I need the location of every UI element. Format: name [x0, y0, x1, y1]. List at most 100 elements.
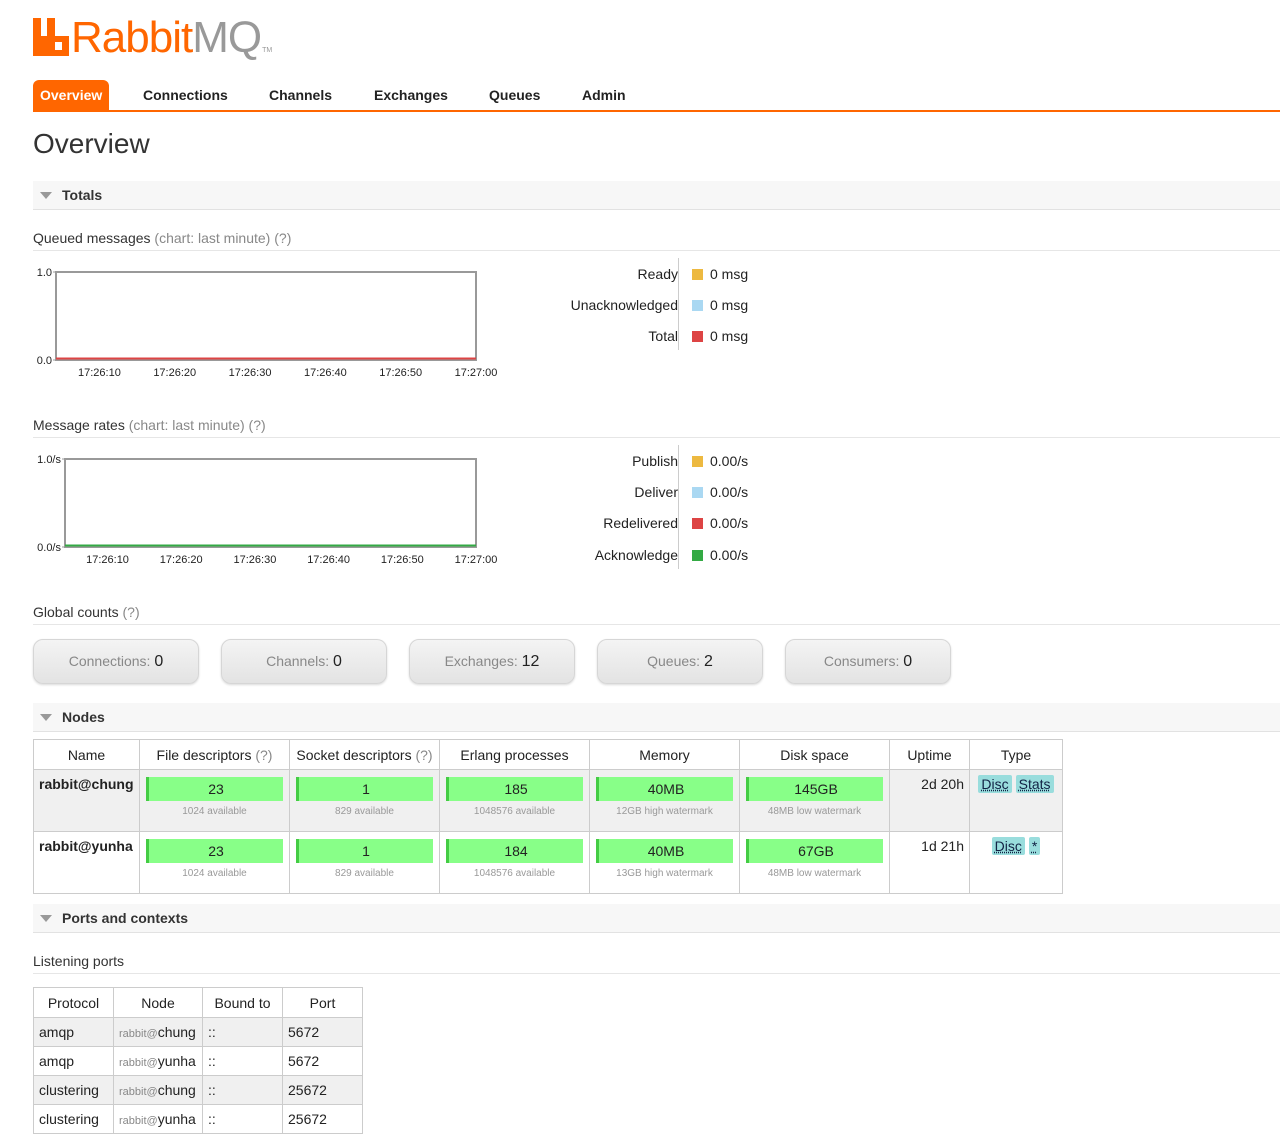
chart-plot-area [56, 272, 476, 360]
fd-cell: 23 1024 available [140, 832, 290, 894]
sd-cell: 1 829 available [290, 770, 440, 832]
bound-cell: :: [203, 1105, 283, 1134]
help-link[interactable]: (?) [255, 747, 272, 763]
col-disk-space: Disk space [740, 740, 890, 770]
col-file-descriptors: File descriptors (?) [140, 740, 290, 770]
count-exchanges[interactable]: Exchanges: 12 [409, 639, 575, 684]
node-cell: rabbit@yunha [114, 1105, 203, 1134]
legend-deliver: Deliver 0.00/s [560, 484, 810, 504]
tab-queues[interactable]: Queues [482, 80, 547, 110]
unacknowledged-swatch [692, 300, 703, 311]
erl-available: 1048576 available [440, 806, 589, 817]
mem-cell: 40MB 12GB high watermark [590, 770, 740, 832]
y-tick-label: 0.0/s [37, 542, 61, 554]
nodes-table: Name File descriptors (?) Socket descrip… [33, 739, 1063, 894]
table-row: rabbit@yunha 23 1024 available 1 829 avail… [34, 832, 1063, 894]
bound-cell: :: [203, 1018, 283, 1047]
protocol-cell: clustering [34, 1105, 114, 1134]
col-node: Node [114, 988, 203, 1018]
node-cell: rabbit@chung [114, 1076, 203, 1105]
chart-plot-area [65, 459, 476, 547]
sd-bar: 1 [296, 839, 433, 863]
count-consumers[interactable]: Consumers: 0 [785, 639, 951, 684]
x-tick-label: 17:26:10 [78, 367, 121, 379]
fd-bar: 23 [146, 839, 283, 863]
col-type: Type [970, 740, 1063, 770]
section-title: Totals [62, 187, 102, 203]
chart-range-link[interactable]: (chart: last minute) [129, 417, 245, 433]
count-connections[interactable]: Connections: 0 [33, 639, 199, 684]
port-cell: 5672 [283, 1018, 363, 1047]
message-rates-chart-svg: 1.0/s 0.0/s 17:26:10 17:26:20 17:26:30 17:26:… [33, 449, 503, 569]
tab-admin[interactable]: Admin [575, 80, 633, 110]
message-rates-header: Message rates (chart: last minute) (?) [33, 417, 1280, 438]
tag-stats[interactable]: Stats [1016, 775, 1054, 793]
y-tick-label: 0.0 [37, 355, 52, 367]
x-tick-label: 17:26:50 [379, 367, 422, 379]
sd-bar: 1 [296, 777, 433, 801]
node-cell: rabbit@yunha [114, 1047, 203, 1076]
erl-bar: 184 [446, 839, 583, 863]
help-link[interactable]: (?) [123, 604, 140, 620]
mem-bar: 40MB [596, 839, 733, 863]
deliver-swatch [692, 487, 703, 498]
disk-watermark: 48MB low watermark [740, 806, 889, 817]
protocol-cell: clustering [34, 1076, 114, 1105]
disk-watermark: 48MB low watermark [740, 868, 889, 879]
node-name-link[interactable]: rabbit@yunha [34, 832, 140, 894]
tab-connections[interactable]: Connections [136, 80, 235, 110]
table-row: clustering rabbit@yunha :: 25672 [34, 1105, 363, 1134]
help-link[interactable]: (?) [249, 417, 266, 433]
x-tick-label: 17:27:00 [455, 367, 498, 379]
col-uptime: Uptime [890, 740, 970, 770]
queued-messages-chart-svg: 1.0 0.0 17:26:10 17:26:20 17:26:30 17:26:40 17… [33, 262, 503, 382]
x-tick-label: 17:26:30 [234, 554, 277, 566]
main-nav: Overview Connections Channels Exchanges … [33, 80, 1280, 112]
erl-available: 1048576 available [440, 868, 589, 879]
total-swatch [692, 331, 703, 342]
count-channels[interactable]: Channels: 0 [221, 639, 387, 684]
disk-bar: 145GB [746, 777, 883, 801]
col-name: Name [34, 740, 140, 770]
sd-available: 829 available [290, 806, 439, 817]
tab-exchanges[interactable]: Exchanges [367, 80, 455, 110]
rabbitmq-logo[interactable]: RabbitMQ TM [33, 14, 272, 58]
col-socket-descriptors: Socket descriptors (?) [290, 740, 440, 770]
global-counts-header: Global counts (?) [33, 604, 1280, 625]
collapse-triangle-icon [40, 915, 52, 922]
sd-available: 829 available [290, 868, 439, 879]
message-rates-chart: 1.0/s 0.0/s 17:26:10 17:26:20 17:26:30 17:26:… [33, 449, 503, 569]
tag-disc[interactable]: Disc [978, 775, 1011, 793]
listening-ports-header: Listening ports [33, 953, 1280, 974]
tag-current-node[interactable]: * [1029, 837, 1040, 855]
port-cell: 25672 [283, 1105, 363, 1134]
section-totals-header[interactable]: Totals [33, 181, 1280, 210]
tab-overview[interactable]: Overview [33, 80, 109, 110]
legend-total: Total 0 msg [560, 328, 810, 348]
message-rates-legend: Publish 0.00/s Deliver 0.00/s Redelivered 0… [560, 453, 810, 573]
legend-acknowledge: Acknowledge 0.00/s [560, 547, 810, 567]
collapse-triangle-icon [40, 714, 52, 721]
queued-messages-header: Queued messages (chart: last minute) (?) [33, 230, 1280, 251]
queued-messages-chart: 1.0 0.0 17:26:10 17:26:20 17:26:30 17:26:40 17… [33, 262, 503, 382]
x-tick-label: 17:26:30 [229, 367, 272, 379]
help-link[interactable]: (?) [274, 230, 291, 246]
mem-watermark: 13GB high watermark [590, 868, 739, 879]
col-bound-to: Bound to [203, 988, 283, 1018]
section-nodes-header[interactable]: Nodes [33, 703, 1280, 732]
legend-redelivered: Redelivered 0.00/s [560, 515, 810, 535]
chart-range-link[interactable]: (chart: last minute) [154, 230, 270, 246]
tag-disc[interactable]: Disc [992, 837, 1025, 855]
count-queues[interactable]: Queues: 2 [597, 639, 763, 684]
section-ports-header[interactable]: Ports and contexts [33, 904, 1280, 933]
uptime-cell: 2d 20h [890, 770, 970, 832]
x-tick-label: 17:26:40 [307, 554, 350, 566]
mem-cell: 40MB 13GB high watermark [590, 832, 740, 894]
redelivered-swatch [692, 518, 703, 529]
help-link[interactable]: (?) [415, 747, 432, 763]
col-port: Port [283, 988, 363, 1018]
tab-channels[interactable]: Channels [262, 80, 339, 110]
node-name-link[interactable]: rabbit@chung [34, 770, 140, 832]
disk-bar: 67GB [746, 839, 883, 863]
node-cell: rabbit@chung [114, 1018, 203, 1047]
